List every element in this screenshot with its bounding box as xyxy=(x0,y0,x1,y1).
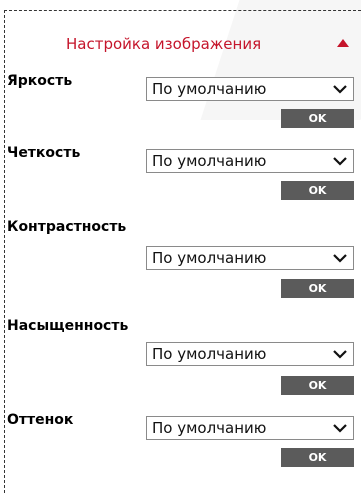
sharpness-ok-button[interactable]: OK xyxy=(281,181,354,200)
sharpness-label: Четкость xyxy=(7,145,81,161)
panel-border-top xyxy=(4,10,361,11)
panel-border-left xyxy=(4,10,5,493)
chevron-down-icon xyxy=(333,85,347,94)
panel-header: Настройка изображения xyxy=(0,33,361,55)
contrast-select[interactable]: По умолчанию xyxy=(146,246,354,270)
chevron-down-icon xyxy=(333,157,347,166)
saturation-label: Насыщенность xyxy=(7,318,129,334)
sharpness-select[interactable]: По умолчанию xyxy=(146,149,354,173)
hue-select-value: По умолчанию xyxy=(152,419,267,437)
collapse-arrow-icon[interactable] xyxy=(337,39,349,47)
image-settings-panel: Настройка изображения Яркость По умолчан… xyxy=(0,0,361,493)
brightness-select[interactable]: По умолчанию xyxy=(146,77,354,101)
panel-title: Настройка изображения xyxy=(66,35,262,53)
brightness-ok-button[interactable]: OK xyxy=(281,109,354,128)
contrast-label: Контрастность xyxy=(7,219,127,235)
hue-ok-button[interactable]: OK xyxy=(281,448,354,467)
sharpness-select-value: По умолчанию xyxy=(152,152,267,170)
contrast-select-value: По умолчанию xyxy=(152,249,267,267)
chevron-down-icon xyxy=(333,254,347,263)
saturation-select[interactable]: По умолчанию xyxy=(146,342,354,366)
saturation-ok-button[interactable]: OK xyxy=(281,376,354,395)
chevron-down-icon xyxy=(333,350,347,359)
contrast-ok-button[interactable]: OK xyxy=(281,279,354,298)
brightness-select-value: По умолчанию xyxy=(152,80,267,98)
chevron-down-icon xyxy=(333,424,347,433)
saturation-select-value: По умолчанию xyxy=(152,345,267,363)
hue-label: Оттенок xyxy=(7,412,74,428)
brightness-label: Яркость xyxy=(7,73,73,89)
hue-select[interactable]: По умолчанию xyxy=(146,416,354,440)
